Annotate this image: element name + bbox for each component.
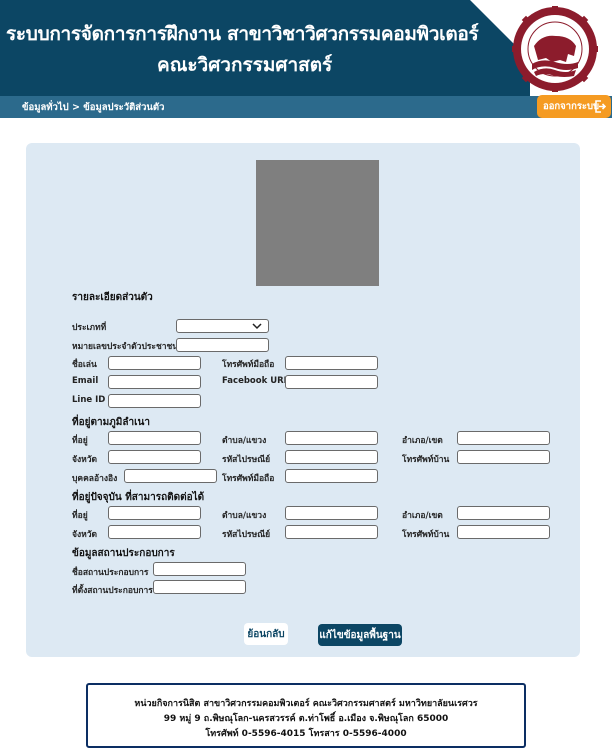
nickname-field[interactable] xyxy=(108,356,201,370)
current-homephone-label: โทรศัพท์บ้าน xyxy=(402,530,450,540)
nickname-label: ชื่อเล่น xyxy=(72,360,97,370)
workplace-section-title: ข้อมูลสถานประกอบการ xyxy=(72,548,175,559)
current-address-label: ที่อยู่ xyxy=(72,511,88,521)
mobile-field[interactable] xyxy=(285,356,378,370)
current-district-field[interactable] xyxy=(457,506,550,520)
workplace-name-label: ชื่อสถานประกอบการ xyxy=(72,568,149,578)
type-select[interactable] xyxy=(176,319,269,333)
hometown-address-label: ที่อยู่ xyxy=(72,436,88,446)
hometown-subdistrict-label: ตำบล/แขวง xyxy=(222,436,267,446)
hometown-section-title: ที่อยู่ตามภูมิลำเนา xyxy=(72,417,150,428)
reference-mobile-field[interactable] xyxy=(285,469,378,483)
footer-phone-line: โทรศัพท์ 0-5596-4015 โทรสาร 0-5596-4000 xyxy=(205,729,407,739)
current-postcode-field[interactable] xyxy=(285,525,378,539)
footer-org-line: หน่วยกิจการนิสิต สาขาวิศวกรรมคอมพิวเตอร์… xyxy=(134,699,478,709)
footer-address-line: 99 หมู่ 9 ถ.พิษณุโลก-นครสวรรค์ ต.ท่าโพธิ… xyxy=(163,714,449,724)
line-id-field[interactable] xyxy=(108,394,201,408)
facebook-label: Facebook URL xyxy=(222,376,290,386)
hometown-province-field[interactable] xyxy=(108,450,201,464)
hometown-homephone-field[interactable] xyxy=(457,450,550,464)
university-logo-icon xyxy=(512,6,598,92)
nav-bar: ข้อมูลทั่วไป > ข้อมูลประวัติส่วนตัว xyxy=(0,96,612,118)
email-label: Email xyxy=(72,376,99,386)
current-subdistrict-label: ตำบล/แขวง xyxy=(222,511,267,521)
current-province-field[interactable] xyxy=(108,525,201,539)
profile-photo xyxy=(256,160,379,286)
page: ระบบการจัดการการฝึกงาน สาขาวิชาวิศวกรรมค… xyxy=(0,0,612,751)
current-address-field[interactable] xyxy=(108,506,201,520)
site-footer: หน่วยกิจการนิสิต สาขาวิศวกรรมคอมพิวเตอร์… xyxy=(86,683,526,748)
current-district-label: อำเภอ/เขต xyxy=(402,511,443,521)
workplace-location-label: ที่ตั้งสถานประกอบการ xyxy=(72,586,153,596)
logout-icon xyxy=(595,100,606,113)
hometown-postcode-label: รหัสไปรษณีย์ xyxy=(222,455,271,465)
back-button[interactable]: ย้อนกลับ xyxy=(244,623,288,645)
current-postcode-label: รหัสไปรษณีย์ xyxy=(222,530,271,540)
current-homephone-field[interactable] xyxy=(457,525,550,539)
line-id-label: Line ID xyxy=(72,395,106,405)
hometown-homephone-label: โทรศัพท์บ้าน xyxy=(402,455,450,465)
current-subdistrict-field[interactable] xyxy=(285,506,378,520)
hometown-district-field[interactable] xyxy=(457,431,550,445)
id-number-label: หมายเลขประจำตัวประชาชน xyxy=(72,342,179,352)
logout-label: ออกจากระบบ xyxy=(543,101,600,112)
reference-mobile-label: โทรศัพท์มือถือ xyxy=(222,474,275,484)
email-field[interactable] xyxy=(108,375,201,389)
workplace-location-field[interactable] xyxy=(153,580,246,594)
personal-section-title: รายละเอียดส่วนตัว xyxy=(72,292,153,303)
hometown-postcode-field[interactable] xyxy=(285,450,378,464)
hometown-province-label: จังหวัด xyxy=(72,455,98,465)
type-label: ประเภทที่ xyxy=(72,323,107,333)
hometown-subdistrict-field[interactable] xyxy=(285,431,378,445)
current-section-title: ที่อยู่ปัจจุบัน ที่สามารถติดต่อได้ xyxy=(72,492,205,503)
chevron-down-icon xyxy=(252,323,262,330)
current-province-label: จังหวัด xyxy=(72,530,98,540)
edit-basic-info-button[interactable]: แก้ไขข้อมูลพื้นฐาน xyxy=(318,624,402,646)
facebook-field[interactable] xyxy=(285,375,378,389)
workplace-name-field[interactable] xyxy=(153,562,246,576)
hometown-district-label: อำเภอ/เขต xyxy=(402,436,443,446)
reference-person-field[interactable] xyxy=(124,469,217,483)
mobile-label: โทรศัพท์มือถือ xyxy=(222,360,275,370)
logout-button[interactable]: ออกจากระบบ xyxy=(537,95,611,118)
reference-person-label: บุคคลอ้างอิง xyxy=(72,474,118,484)
site-header: ระบบการจัดการการฝึกงาน สาขาวิชาวิศวกรรมค… xyxy=(0,0,612,96)
hometown-address-field[interactable] xyxy=(108,431,201,445)
breadcrumb[interactable]: ข้อมูลทั่วไป > ข้อมูลประวัติส่วนตัว xyxy=(22,100,164,115)
id-number-field[interactable] xyxy=(176,338,269,352)
header-title-line1: ระบบการจัดการการฝึกงาน สาขาวิชาวิศวกรรมค… xyxy=(6,23,479,45)
header-title-line2: คณะวิศวกรรมศาสตร์ xyxy=(157,54,333,76)
